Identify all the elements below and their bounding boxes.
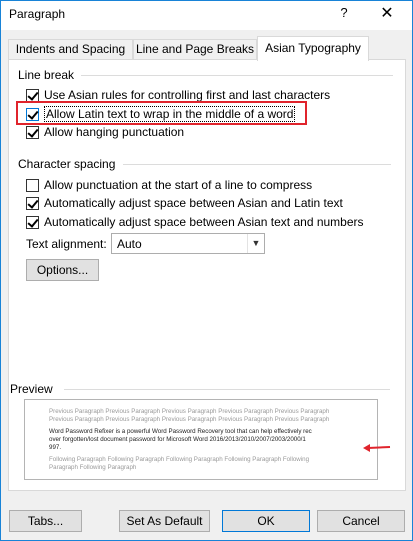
checkbox-row-asian-numbers-space[interactable]: Automatically adjust space between Asian…	[26, 214, 364, 230]
line-break-section: Line break	[18, 68, 394, 82]
divider	[81, 75, 394, 77]
help-button[interactable]: ?	[337, 5, 351, 20]
dialog-title: Paragraph	[9, 7, 66, 21]
preview-box: Previous Paragraph Previous Paragraph Pr…	[24, 399, 378, 480]
preview-prev-line: Previous Paragraph Previous Paragraph Pr…	[49, 416, 330, 423]
checkbox[interactable]	[26, 178, 39, 192]
tab-line-and-page-breaks[interactable]: Line and Page Breaks	[133, 39, 257, 60]
character-spacing-section: Character spacing	[18, 157, 391, 171]
highlight-box	[16, 101, 307, 125]
options-button[interactable]: Options...	[26, 259, 99, 281]
preview-body-line: over forgotten/lost document password fo…	[49, 436, 306, 443]
tab-indents-and-spacing[interactable]: Indents and Spacing	[8, 39, 133, 60]
preview-body-line: 997.	[49, 444, 62, 451]
checkbox-label: Allow hanging punctuation	[44, 125, 185, 139]
section-heading: Character spacing	[18, 157, 116, 171]
tab-asian-typography[interactable]: Asian Typography	[257, 36, 369, 61]
text-alignment-label: Text alignment:	[26, 237, 107, 251]
set-as-default-button[interactable]: Set As Default	[119, 510, 210, 532]
checkbox-row-punctuation-compress[interactable]: Allow punctuation at the start of a line…	[26, 177, 312, 193]
preview-body-line: Word Password Refixer is a powerful Word…	[49, 428, 312, 435]
checkbox-row-asian-latin-space[interactable]: Automatically adjust space between Asian…	[26, 195, 343, 211]
checkbox[interactable]	[26, 196, 39, 210]
checkbox-label: Use Asian rules for controlling first an…	[44, 88, 331, 102]
ok-button[interactable]: OK	[222, 510, 310, 532]
chevron-down-icon[interactable]: ▼	[247, 234, 264, 253]
tabs-button[interactable]: Tabs...	[9, 510, 82, 532]
close-button[interactable]: ✕	[364, 1, 410, 29]
checkbox[interactable]	[26, 215, 39, 229]
section-heading: Line break	[18, 68, 75, 82]
cancel-button[interactable]: Cancel	[317, 510, 405, 532]
checkbox-row-hanging-punctuation[interactable]: Allow hanging punctuation	[26, 124, 184, 140]
text-alignment-select[interactable]: Auto ▼	[111, 233, 265, 254]
preview-heading: Preview	[10, 382, 53, 396]
preview-prev-line: Previous Paragraph Previous Paragraph Pr…	[49, 408, 330, 415]
title-bar: Paragraph ? ✕	[1, 1, 412, 30]
select-value: Auto	[117, 237, 142, 251]
checkbox[interactable]	[26, 125, 39, 139]
checkbox[interactable]	[26, 88, 39, 102]
checkbox-label: Automatically adjust space between Asian…	[44, 215, 364, 229]
paragraph-dialog: Paragraph ? ✕ Indents and Spacing Line a…	[0, 0, 413, 541]
preview-next-line: Paragraph Following Paragraph	[49, 464, 137, 471]
divider	[64, 389, 390, 390]
red-arrow-annotation	[363, 444, 391, 452]
divider	[122, 164, 391, 166]
tab-strip: Indents and Spacing Line and Page Breaks…	[8, 36, 406, 61]
preview-next-line: Following Paragraph Following Paragraph …	[49, 456, 310, 463]
checkbox-label: Allow punctuation at the start of a line…	[44, 178, 313, 192]
checkbox-label: Automatically adjust space between Asian…	[44, 196, 343, 210]
